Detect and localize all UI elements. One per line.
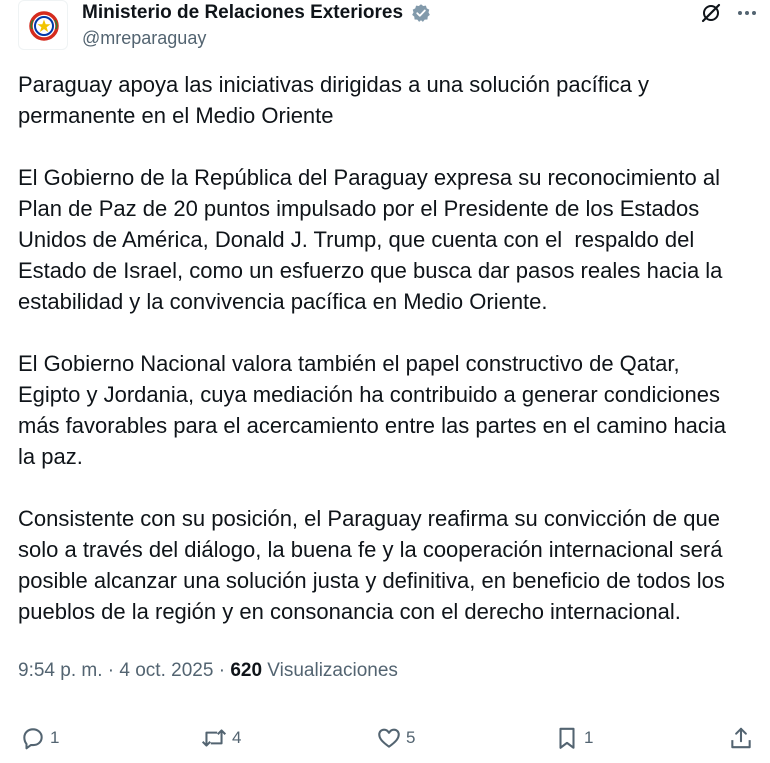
repost-count: 4 xyxy=(232,728,242,747)
display-name[interactable]: Ministerio de Relaciones Exteriores xyxy=(82,0,403,25)
like-button[interactable]: 5 xyxy=(376,720,415,756)
reply-icon xyxy=(23,728,43,750)
author-block: Ministerio de Relaciones Exteriores @mre… xyxy=(82,0,431,51)
tweet-meta: 9:54 p. m. · 4 oct. 2025 · 620 Visualiza… xyxy=(18,657,398,685)
repost-button[interactable]: 4 xyxy=(200,720,241,756)
views-label: Visualizaciones xyxy=(267,660,398,681)
share-button[interactable] xyxy=(728,720,754,756)
tweet-actions: 1 4 5 1 xyxy=(18,720,760,756)
tweet-paragraph: Paraguay apoya las iniciativas dirigidas… xyxy=(18,72,650,128)
tweet-paragraph: El Gobierno Nacional valora también el p… xyxy=(18,351,727,469)
tweet-header: Ministerio de Relaciones Exteriores @mre… xyxy=(18,0,760,56)
heart-icon xyxy=(378,728,400,748)
tweet-paragraph: El Gobierno de la República del Paraguay… xyxy=(18,165,723,314)
tweet-text: Paraguay apoya las iniciativas dirigidas… xyxy=(18,69,768,658)
share-icon xyxy=(731,727,751,749)
reply-count: 1 xyxy=(50,728,60,747)
tweet-time[interactable]: 9:54 p. m. xyxy=(18,660,103,681)
tweet-top-actions xyxy=(688,0,760,26)
like-count: 5 xyxy=(406,728,416,747)
views-count: 620 xyxy=(230,660,263,681)
verified-badge-icon[interactable] xyxy=(411,3,431,23)
bookmark-icon xyxy=(559,727,575,749)
avatar[interactable] xyxy=(18,0,68,50)
more-options-icon[interactable] xyxy=(734,0,760,26)
meta-separator: · xyxy=(102,660,120,681)
bookmark-button[interactable]: 1 xyxy=(554,720,593,756)
reply-button[interactable]: 1 xyxy=(20,720,59,756)
grok-icon[interactable] xyxy=(698,0,724,26)
paraguay-seal-icon xyxy=(29,11,59,41)
author-handle[interactable]: @mreparaguay xyxy=(82,25,431,51)
bookmark-count: 1 xyxy=(584,728,594,747)
tweet-paragraph: Consistente con su posición, el Paraguay… xyxy=(18,506,725,624)
tweet-date[interactable]: 4 oct. 2025 xyxy=(119,660,213,681)
repost-icon xyxy=(201,729,227,747)
meta-separator: · xyxy=(213,660,231,681)
